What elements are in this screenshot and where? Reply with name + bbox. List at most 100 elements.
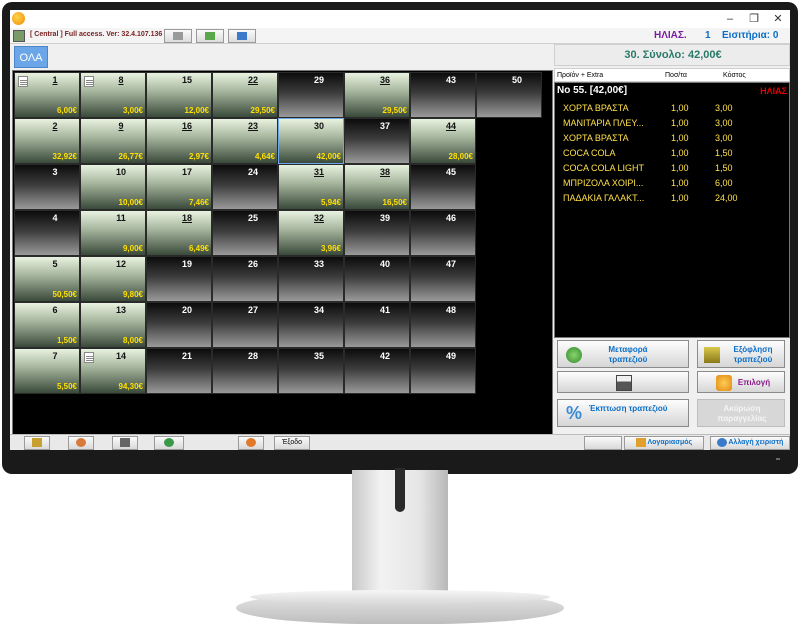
table-tile[interactable]: 9 26,77€ — [80, 118, 146, 164]
table-tile[interactable]: 46 — [410, 210, 476, 256]
table-tile[interactable]: 28 — [212, 348, 278, 394]
table-tile[interactable]: 1 6,00€ — [14, 72, 80, 118]
table-number: 28 — [247, 351, 258, 361]
order-item[interactable]: ΧΟΡΤΑ ΒΡΑΣΤΑ 1,00 3,00 — [555, 132, 790, 146]
table-tile[interactable]: 22 29,50€ — [212, 72, 278, 118]
table-tile[interactable]: 34 — [278, 302, 344, 348]
table-amount: 8,00€ — [122, 336, 143, 345]
table-number: 22 — [247, 75, 258, 85]
table-tile[interactable]: 37 — [344, 118, 410, 164]
table-tile[interactable]: 13 8,00€ — [80, 302, 146, 348]
print-button[interactable] — [557, 371, 689, 393]
table-tile[interactable]: 47 — [410, 256, 476, 302]
table-tile[interactable]: 39 — [344, 210, 410, 256]
group-icon — [246, 437, 256, 447]
order-item[interactable]: ΜΑΝΙΤΑΡΙΑ ΠΛΕΥ... 1,00 3,00 — [555, 117, 790, 131]
table-tile[interactable]: 19 — [146, 256, 212, 302]
tools-button[interactable] — [24, 436, 50, 450]
table-number: 4 — [52, 213, 58, 223]
printer-icon — [120, 437, 130, 447]
table-tile[interactable]: 17 7,46€ — [146, 164, 212, 210]
order-item[interactable]: ΧΟΡΤΑ ΒΡΑΣΤΑ 1,00 3,00 — [555, 102, 790, 116]
table-tile[interactable]: 36 29,50€ — [344, 72, 410, 118]
account-button[interactable]: Λογαριασμός — [624, 436, 704, 450]
blank-button[interactable] — [584, 436, 622, 450]
export-button[interactable] — [228, 29, 256, 43]
table-tile[interactable]: 40 — [344, 256, 410, 302]
table-number: 23 — [247, 121, 258, 131]
order-list[interactable]: No 55. [42,00€] ΗΛΙΑΣ ΧΟΡΤΑ ΒΡΑΣΤΑ 1,00 3,… — [554, 82, 790, 338]
maximize-button[interactable]: ❐ — [742, 11, 766, 27]
column-product: Προϊόν + Extra — [557, 72, 604, 79]
table-tile[interactable]: 7 5,50€ — [14, 348, 80, 394]
table-tile[interactable]: 26 — [212, 256, 278, 302]
table-number: 3 — [52, 167, 58, 177]
table-amount: 94,30€ — [118, 382, 143, 391]
table-tile[interactable]: 29 — [278, 72, 344, 118]
table-number: 29 — [313, 75, 324, 85]
table-tile[interactable]: 16 2,97€ — [146, 118, 212, 164]
table-tile[interactable]: 50 — [476, 72, 542, 118]
table-tile[interactable]: 2 32,92€ — [14, 118, 80, 164]
table-tile[interactable]: 42 — [344, 348, 410, 394]
table-tile[interactable]: 49 — [410, 348, 476, 394]
group-button[interactable] — [238, 436, 264, 450]
table-tile[interactable]: 20 — [146, 302, 212, 348]
table-tile[interactable]: 25 — [212, 210, 278, 256]
order-item[interactable]: ΜΠΡΙΖΟΛΑ ΧΟΙΡΙ... 1,00 6,00 — [555, 177, 790, 191]
table-tile[interactable]: 38 16,50€ — [344, 164, 410, 210]
table-number: 50 — [511, 75, 522, 85]
table-tile[interactable]: 11 9,00€ — [80, 210, 146, 256]
users-button[interactable] — [68, 436, 94, 450]
table-tile[interactable]: 4 — [14, 210, 80, 256]
select-button[interactable]: Επιλογή — [697, 371, 785, 393]
exit-button[interactable]: Έξοδο — [274, 436, 310, 450]
cancel-order-button[interactable]: Ακύρωση παραγγελίας — [697, 399, 785, 427]
transfer-table-button[interactable]: Μεταφορά τραπεζιού — [557, 340, 689, 368]
table-tile[interactable]: 8 3,00€ — [80, 72, 146, 118]
minimize-button[interactable]: – — [718, 11, 742, 27]
table-tile[interactable]: 43 — [410, 72, 476, 118]
table-tile[interactable]: 5 50,50€ — [14, 256, 80, 302]
change-operator-button[interactable]: Αλλαγή χειριστή — [710, 436, 790, 450]
table-tile[interactable]: 18 6,49€ — [146, 210, 212, 256]
refresh-user-button[interactable] — [154, 436, 184, 450]
table-amount: 29,50€ — [250, 106, 275, 115]
print-doc-button[interactable] — [164, 29, 192, 43]
table-tile[interactable]: 45 — [410, 164, 476, 210]
table-amount: 26,77€ — [118, 152, 143, 161]
table-number: 11 — [116, 213, 126, 223]
table-tile[interactable]: 31 5,94€ — [278, 164, 344, 210]
table-tile[interactable]: 24 — [212, 164, 278, 210]
order-item[interactable]: ΠΑΔΑΚΙΑ ΓΑΛΑΚΤ... 1,00 24,00 — [555, 192, 790, 206]
item-name: COCA COLA — [563, 148, 616, 158]
table-tile[interactable]: 14 94,30€ — [80, 348, 146, 394]
cash-button[interactable] — [196, 29, 224, 43]
table-tile[interactable]: 23 4,64€ — [212, 118, 278, 164]
close-button[interactable]: ✕ — [766, 11, 790, 27]
table-tile[interactable]: 32 3,96€ — [278, 210, 344, 256]
category-all-button[interactable]: ΟΛΑ — [14, 46, 48, 68]
table-tile[interactable]: 41 — [344, 302, 410, 348]
table-tile[interactable]: 15 12,00€ — [146, 72, 212, 118]
table-tile[interactable]: 21 — [146, 348, 212, 394]
discount-table-button[interactable]: % Έκπτωση τραπεζιού — [557, 399, 689, 427]
table-tile[interactable]: 10 10,00€ — [80, 164, 146, 210]
order-item[interactable]: COCA COLA LIGHT 1,00 1,50 — [555, 162, 790, 176]
table-tile[interactable]: 12 9,80€ — [80, 256, 146, 302]
table-tile[interactable]: 27 — [212, 302, 278, 348]
table-tile[interactable]: 35 — [278, 348, 344, 394]
table-tile[interactable]: 3 — [14, 164, 80, 210]
table-tile[interactable]: 44 28,00€ — [410, 118, 476, 164]
printer-bottom-button[interactable] — [112, 436, 138, 450]
users-icon — [76, 437, 86, 447]
table-number: 34 — [313, 305, 324, 315]
monitor-stand-base-top — [250, 590, 550, 604]
order-item[interactable]: COCA COLA 1,00 1,50 — [555, 147, 790, 161]
table-tile[interactable]: 6 1,50€ — [14, 302, 80, 348]
account-icon — [635, 437, 646, 447]
table-tile[interactable]: 30 42,00€ — [278, 118, 344, 164]
settle-table-button[interactable]: Εξόφληση τραπεζιού — [697, 340, 785, 368]
table-tile[interactable]: 33 — [278, 256, 344, 302]
table-tile[interactable]: 48 — [410, 302, 476, 348]
